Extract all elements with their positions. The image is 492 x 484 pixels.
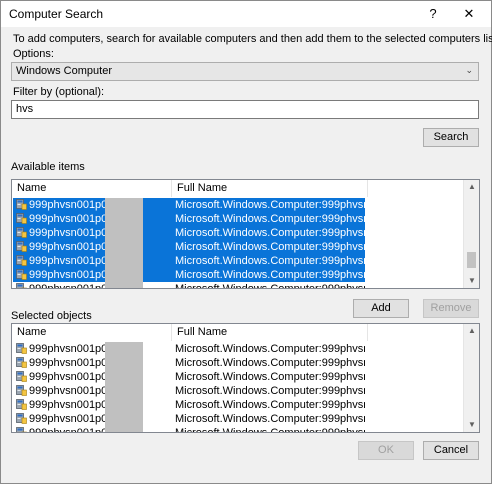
filter-input[interactable]: hvs xyxy=(11,100,479,119)
scroll-down-icon[interactable]: ▼ xyxy=(464,274,479,288)
item-full-name: Microsoft.Windows.Computer:999phvsn001p0… xyxy=(175,283,365,289)
computer-icon xyxy=(16,213,27,224)
title-bar[interactable]: Computer Search ? ✕ xyxy=(1,1,491,27)
redaction-block xyxy=(105,198,143,212)
column-header-name[interactable]: Name xyxy=(12,180,172,197)
redaction-block xyxy=(105,412,143,426)
list-item[interactable]: 999phvsn001p010 Microsoft.Windows.Compute… xyxy=(13,212,463,226)
chevron-down-icon: ⌄ xyxy=(465,65,473,75)
item-full-name: Microsoft.Windows.Computer:999phvsn001p0… xyxy=(175,255,365,267)
item-full-name: Microsoft.Windows.Computer:999phvsn001p0… xyxy=(175,357,365,369)
list-item[interactable]: 999phvsn001p013 Microsoft.Windows.Compute… xyxy=(13,398,463,412)
item-full-name: Microsoft.Windows.Computer:999phvsn001p0… xyxy=(175,269,365,281)
item-full-name: Microsoft.Windows.Computer:999phvsn001p0… xyxy=(175,371,365,383)
window-title: Computer Search xyxy=(9,7,104,21)
redaction-block xyxy=(105,342,143,356)
redaction-block xyxy=(105,370,143,384)
filter-input-value: hvs xyxy=(16,103,34,115)
redaction-block xyxy=(105,240,143,254)
list-item[interactable]: 999phvsn001p014 Microsoft.Windows.Compute… xyxy=(13,268,463,282)
selected-objects-list[interactable]: Name Full Name 999phvsn001p009 Microsoft.… xyxy=(11,323,480,433)
filter-label: Filter by (optional): xyxy=(13,86,105,98)
item-full-name: Microsoft.Windows.Computer:999phvsn001p0… xyxy=(175,413,365,425)
item-full-name: Microsoft.Windows.Computer:999phvsn001p0… xyxy=(175,213,365,225)
item-full-name: Microsoft.Windows.Computer:999phvsn001p0… xyxy=(175,427,365,433)
computer-search-dialog: Computer Search ? ✕ To add computers, se… xyxy=(0,0,492,484)
selected-vertical-scrollbar[interactable]: ▲ ▼ xyxy=(463,324,479,432)
computer-icon xyxy=(16,413,27,424)
scroll-up-icon[interactable]: ▲ xyxy=(464,324,479,338)
list-item[interactable]: 999phvsn001p013 Microsoft.Windows.Compute… xyxy=(13,254,463,268)
search-button[interactable]: Search xyxy=(423,128,479,147)
scroll-thumb[interactable] xyxy=(467,252,476,268)
ok-button[interactable]: OK xyxy=(358,441,414,460)
selected-objects-label: Selected objects xyxy=(11,310,92,322)
list-item[interactable]: 999phvsn001p015 Microsoft.Windows.Compute… xyxy=(13,282,463,289)
computer-icon xyxy=(16,269,27,280)
redaction-block xyxy=(105,398,143,412)
redaction-block xyxy=(105,226,143,240)
computer-icon xyxy=(16,241,27,252)
item-full-name: Microsoft.Windows.Computer:999phvsn001p0… xyxy=(175,227,365,239)
computer-icon xyxy=(16,343,27,354)
item-full-name: Microsoft.Windows.Computer:999phvsn001p0… xyxy=(175,343,365,355)
computer-icon xyxy=(16,255,27,266)
redaction-block xyxy=(105,254,143,268)
available-items-label: Available items xyxy=(11,161,85,173)
cancel-button[interactable]: Cancel xyxy=(423,441,479,460)
list-item[interactable]: 999phvsn001p009 Microsoft.Windows.Compute… xyxy=(13,198,463,212)
list-item[interactable]: 999phvsn001p009 Microsoft.Windows.Compute… xyxy=(13,342,463,356)
options-dropdown[interactable]: Windows Computer ⌄ xyxy=(11,62,479,81)
redaction-block xyxy=(105,356,143,370)
list-item[interactable]: 999phvsn001p015 Microsoft.Windows.Compute… xyxy=(13,426,463,433)
help-button[interactable]: ? xyxy=(422,5,444,23)
scroll-down-icon[interactable]: ▼ xyxy=(464,418,479,432)
remove-button[interactable]: Remove xyxy=(423,299,479,318)
computer-icon xyxy=(16,283,27,288)
computer-icon xyxy=(16,371,27,382)
computer-icon xyxy=(16,227,27,238)
item-full-name: Microsoft.Windows.Computer:999phvsn001p0… xyxy=(175,385,365,397)
list-item[interactable]: 999phvsn001p012 Microsoft.Windows.Compute… xyxy=(13,240,463,254)
list-item[interactable]: 999phvsn001p012 Microsoft.Windows.Compute… xyxy=(13,384,463,398)
redaction-block xyxy=(105,212,143,226)
column-header-name[interactable]: Name xyxy=(12,324,172,341)
available-vertical-scrollbar[interactable]: ▲ ▼ xyxy=(463,180,479,288)
scroll-up-icon[interactable]: ▲ xyxy=(464,180,479,194)
item-full-name: Microsoft.Windows.Computer:999phvsn001p0… xyxy=(175,241,365,253)
instructions-text: To add computers, search for available c… xyxy=(13,33,492,45)
item-full-name: Microsoft.Windows.Computer:999phvsn001p0… xyxy=(175,399,365,411)
computer-icon xyxy=(16,385,27,396)
list-item[interactable]: 999phvsn001p011 Microsoft.Windows.Compute… xyxy=(13,226,463,240)
column-header-full-name[interactable]: Full Name xyxy=(172,324,368,341)
computer-icon xyxy=(16,357,27,368)
computer-icon xyxy=(16,427,27,432)
redaction-block xyxy=(105,282,143,288)
redaction-block xyxy=(105,268,143,282)
close-button[interactable]: ✕ xyxy=(458,5,480,23)
column-header-full-name[interactable]: Full Name xyxy=(172,180,368,197)
options-selected-value: Windows Computer xyxy=(16,65,112,77)
selected-list-header: Name Full Name xyxy=(12,324,479,341)
computer-icon xyxy=(16,199,27,210)
add-button[interactable]: Add xyxy=(353,299,409,318)
available-items-list[interactable]: Name Full Name 999phvsn001p009 Microsoft.… xyxy=(11,179,480,289)
redaction-block xyxy=(105,426,143,432)
list-item[interactable]: 999phvsn001p010 Microsoft.Windows.Compute… xyxy=(13,356,463,370)
options-label: Options: xyxy=(13,48,54,60)
available-list-header: Name Full Name xyxy=(12,180,479,197)
redaction-block xyxy=(105,384,143,398)
list-item[interactable]: 999phvsn001p011 Microsoft.Windows.Compute… xyxy=(13,370,463,384)
item-full-name: Microsoft.Windows.Computer:999phvsn001p0… xyxy=(175,199,365,211)
computer-icon xyxy=(16,399,27,410)
list-item[interactable]: 999phvsn001p014 Microsoft.Windows.Compute… xyxy=(13,412,463,426)
